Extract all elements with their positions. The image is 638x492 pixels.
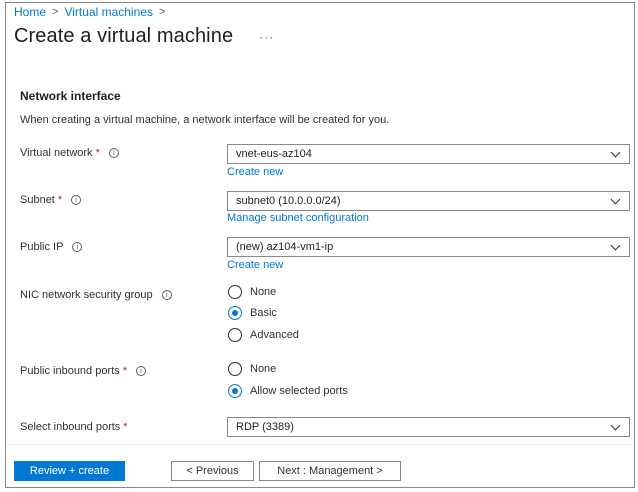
more-options-icon[interactable]: ··· <box>259 30 274 44</box>
radio-circle <box>228 362 242 376</box>
create-vm-blade: Home > Virtual machines > Create a virtu… <box>5 2 635 488</box>
review-create-button[interactable]: Review + create <box>14 461 125 481</box>
nsg-label-text: NIC network security group <box>20 289 153 301</box>
select-inbound-ports-value: RDP (3389) <box>236 421 294 433</box>
breadcrumb-home-link[interactable]: Home <box>14 5 46 19</box>
public-ip-dropdown[interactable]: (new) az104-vm1-ip <box>227 237 630 257</box>
radio-circle-selected <box>228 384 242 398</box>
subnet-label: Subnet * i <box>20 194 82 206</box>
breadcrumb-virtual-machines-link[interactable]: Virtual machines <box>64 5 153 19</box>
required-asterisk: * <box>122 365 127 377</box>
public-ip-value: (new) az104-vm1-ip <box>236 241 334 253</box>
radio-circle-selected <box>228 306 242 320</box>
info-icon[interactable]: i <box>135 366 146 376</box>
nsg-label: NIC network security group i <box>20 289 172 301</box>
nsg-radio-basic[interactable]: Basic <box>228 306 277 320</box>
info-icon[interactable]: i <box>161 290 172 300</box>
radio-label: None <box>250 286 277 298</box>
radio-label: Basic <box>250 307 277 319</box>
chevron-down-icon <box>610 240 621 250</box>
next-management-button[interactable]: Next : Management > <box>259 461 401 481</box>
required-asterisk: * <box>57 194 63 206</box>
page-title: Create a virtual machine <box>14 25 234 47</box>
manage-subnet-link[interactable]: Manage subnet configuration <box>227 212 369 224</box>
select-inbound-ports-label: Select inbound ports * <box>20 421 128 433</box>
radio-label: Advanced <box>250 329 299 341</box>
subnet-dropdown[interactable]: subnet0 (10.0.0.0/24) <box>227 191 630 211</box>
subnet-value: subnet0 (10.0.0.0/24) <box>236 195 341 207</box>
info-icon[interactable]: i <box>72 242 83 252</box>
select-inbound-ports-label-text: Select inbound ports <box>20 421 121 433</box>
public-inbound-ports-label-text: Public inbound ports <box>20 365 120 377</box>
section-title: Network interface <box>20 89 121 103</box>
required-asterisk: * <box>95 147 100 159</box>
public-ip-label: Public IP i <box>20 241 83 253</box>
nsg-radio-none[interactable]: None <box>228 285 276 299</box>
virtual-network-dropdown[interactable]: vnet-eus-az104 <box>227 144 630 164</box>
title-row: Create a virtual machine ··· <box>14 25 274 48</box>
section-description: When creating a virtual machine, a netwo… <box>20 114 390 126</box>
footer-divider <box>6 444 634 445</box>
create-new-public-ip-link[interactable]: Create new <box>227 259 283 271</box>
radio-circle <box>228 285 242 299</box>
previous-button[interactable]: < Previous <box>171 461 254 481</box>
radio-label: Allow selected ports <box>250 385 348 397</box>
public-inbound-ports-label: Public inbound ports * i <box>20 365 146 377</box>
virtual-network-value: vnet-eus-az104 <box>236 148 312 160</box>
breadcrumb-separator: > <box>158 6 166 18</box>
subnet-label-text: Subnet <box>20 194 55 206</box>
public-ip-label-text: Public IP <box>20 241 64 253</box>
info-icon[interactable]: i <box>108 148 119 158</box>
chevron-down-icon <box>610 194 621 204</box>
breadcrumb-separator: > <box>52 6 59 18</box>
select-inbound-ports-dropdown[interactable]: RDP (3389) <box>227 417 630 437</box>
chevron-down-icon <box>610 147 621 157</box>
info-icon[interactable]: i <box>71 195 82 205</box>
breadcrumb: Home > Virtual machines > <box>14 5 165 19</box>
virtual-network-label-text: Virtual network <box>20 147 93 159</box>
nsg-radio-advanced[interactable]: Advanced <box>228 328 299 342</box>
chevron-down-icon <box>610 420 621 430</box>
virtual-network-label: Virtual network * i <box>20 147 119 159</box>
inbound-radio-allow-selected[interactable]: Allow selected ports <box>228 384 348 398</box>
create-new-vnet-link[interactable]: Create new <box>227 166 283 178</box>
required-asterisk: * <box>123 421 128 433</box>
radio-circle <box>228 328 242 342</box>
inbound-radio-none[interactable]: None <box>228 362 276 376</box>
radio-label: None <box>250 363 277 375</box>
